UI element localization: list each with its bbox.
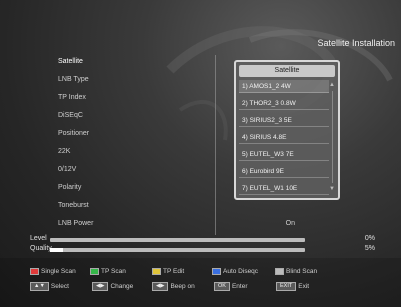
level-value: 0% <box>364 235 375 242</box>
hint-label: TP Edit <box>163 268 185 275</box>
setting-label-positioner[interactable]: Positioner <box>58 130 89 137</box>
yellow-key-icon <box>152 268 161 275</box>
satellite-list-item[interactable]: 1) AMOS1_2 4W <box>239 80 329 93</box>
popup-scrollbar[interactable]: ▲ ▼ <box>329 82 335 192</box>
up-down-key-icon: ▲▼ <box>30 282 49 291</box>
hint-single-scan[interactable]: Single Scan <box>30 268 76 275</box>
scroll-track[interactable] <box>332 91 333 183</box>
page-title: Satellite Installation <box>317 38 395 48</box>
setting-label-22k[interactable]: 22K <box>58 148 70 155</box>
quality-bar <box>50 248 305 252</box>
setting-label-toneburst[interactable]: Toneburst <box>58 202 89 209</box>
popup-header: Satellite <box>239 65 335 77</box>
setting-label-lnb-type[interactable]: LNB Type <box>58 76 89 83</box>
setting-label-012v[interactable]: 0/12V <box>58 166 76 173</box>
quality-label: Quality <box>30 245 52 252</box>
level-bar <box>50 238 305 242</box>
hint-change[interactable]: ◀▶ Change <box>92 282 133 291</box>
hint-label: Blind Scan <box>286 268 318 275</box>
signal-level-row: Level 0% <box>30 235 375 244</box>
signal-quality-row: Quality 5% <box>30 245 375 254</box>
key-hints-bar: Single Scan TP Scan TP Edit Auto Diseqc … <box>0 258 401 307</box>
red-key-icon <box>30 268 39 275</box>
hint-beep-on[interactable]: ◀▶ Beep on <box>152 282 195 291</box>
level-label: Level <box>30 235 47 242</box>
satellite-list-item[interactable]: 2) THOR2_3 0.8W <box>239 97 329 110</box>
white-key-icon <box>275 268 284 275</box>
hint-label: Change <box>110 283 134 290</box>
hint-tp-edit[interactable]: TP Edit <box>152 268 184 275</box>
satellite-list-item[interactable]: 4) SIRIUS 4.8E <box>239 131 329 144</box>
exit-key-icon: EXIT <box>276 282 297 291</box>
green-key-icon <box>90 268 99 275</box>
quality-value: 5% <box>364 245 375 252</box>
scroll-up-icon[interactable]: ▲ <box>329 82 335 88</box>
hint-label: Single Scan <box>41 268 76 275</box>
setting-label-diseqc[interactable]: DiSEqC <box>58 112 83 119</box>
column-divider <box>215 55 216 235</box>
left-right-key-icon: ◀▶ <box>92 282 109 291</box>
hint-exit[interactable]: EXIT Exit <box>276 282 309 291</box>
setting-value-lnb-power[interactable]: On <box>286 220 295 227</box>
hint-label: Select <box>50 283 69 290</box>
quality-bar-fill <box>50 248 63 252</box>
hint-select[interactable]: ▲▼ Select <box>30 282 69 291</box>
hint-label: Beep on <box>170 283 195 290</box>
ok-key-icon: OK <box>214 282 230 291</box>
hint-auto-diseqc[interactable]: Auto Diseqc <box>212 268 258 275</box>
hint-label: TP Scan <box>101 268 126 275</box>
scroll-down-icon[interactable]: ▼ <box>329 186 335 192</box>
hint-label: Enter <box>231 283 248 290</box>
satellite-list-item[interactable]: 3) SIRIUS2_3 5E <box>239 114 329 127</box>
hint-blind-scan[interactable]: Blind Scan <box>275 268 317 275</box>
satellite-list-item[interactable]: 6) Eurobird 9E <box>239 165 329 178</box>
blue-key-icon <box>212 268 221 275</box>
setting-label-polarity[interactable]: Polarity <box>58 184 81 191</box>
hint-enter[interactable]: OK Enter <box>214 282 248 291</box>
setting-label-lnb-power[interactable]: LNB Power <box>58 220 93 227</box>
satellite-list-item[interactable]: 7) EUTEL_W1 10E <box>239 182 329 195</box>
hint-label: Exit <box>298 283 310 290</box>
setting-label-satellite[interactable]: Satellite <box>58 58 83 65</box>
satellite-list-popup: Satellite 1) AMOS1_2 4W 2) THOR2_3 0.8W … <box>234 60 340 200</box>
volume-key-icon: ◀▶ <box>152 282 169 291</box>
setting-label-tp-index[interactable]: TP Index <box>58 94 86 101</box>
satellite-list-item[interactable]: 5) EUTEL_W3 7E <box>239 148 329 161</box>
hint-tp-scan[interactable]: TP Scan <box>90 268 126 275</box>
hint-label: Auto Diseqc <box>223 268 259 275</box>
